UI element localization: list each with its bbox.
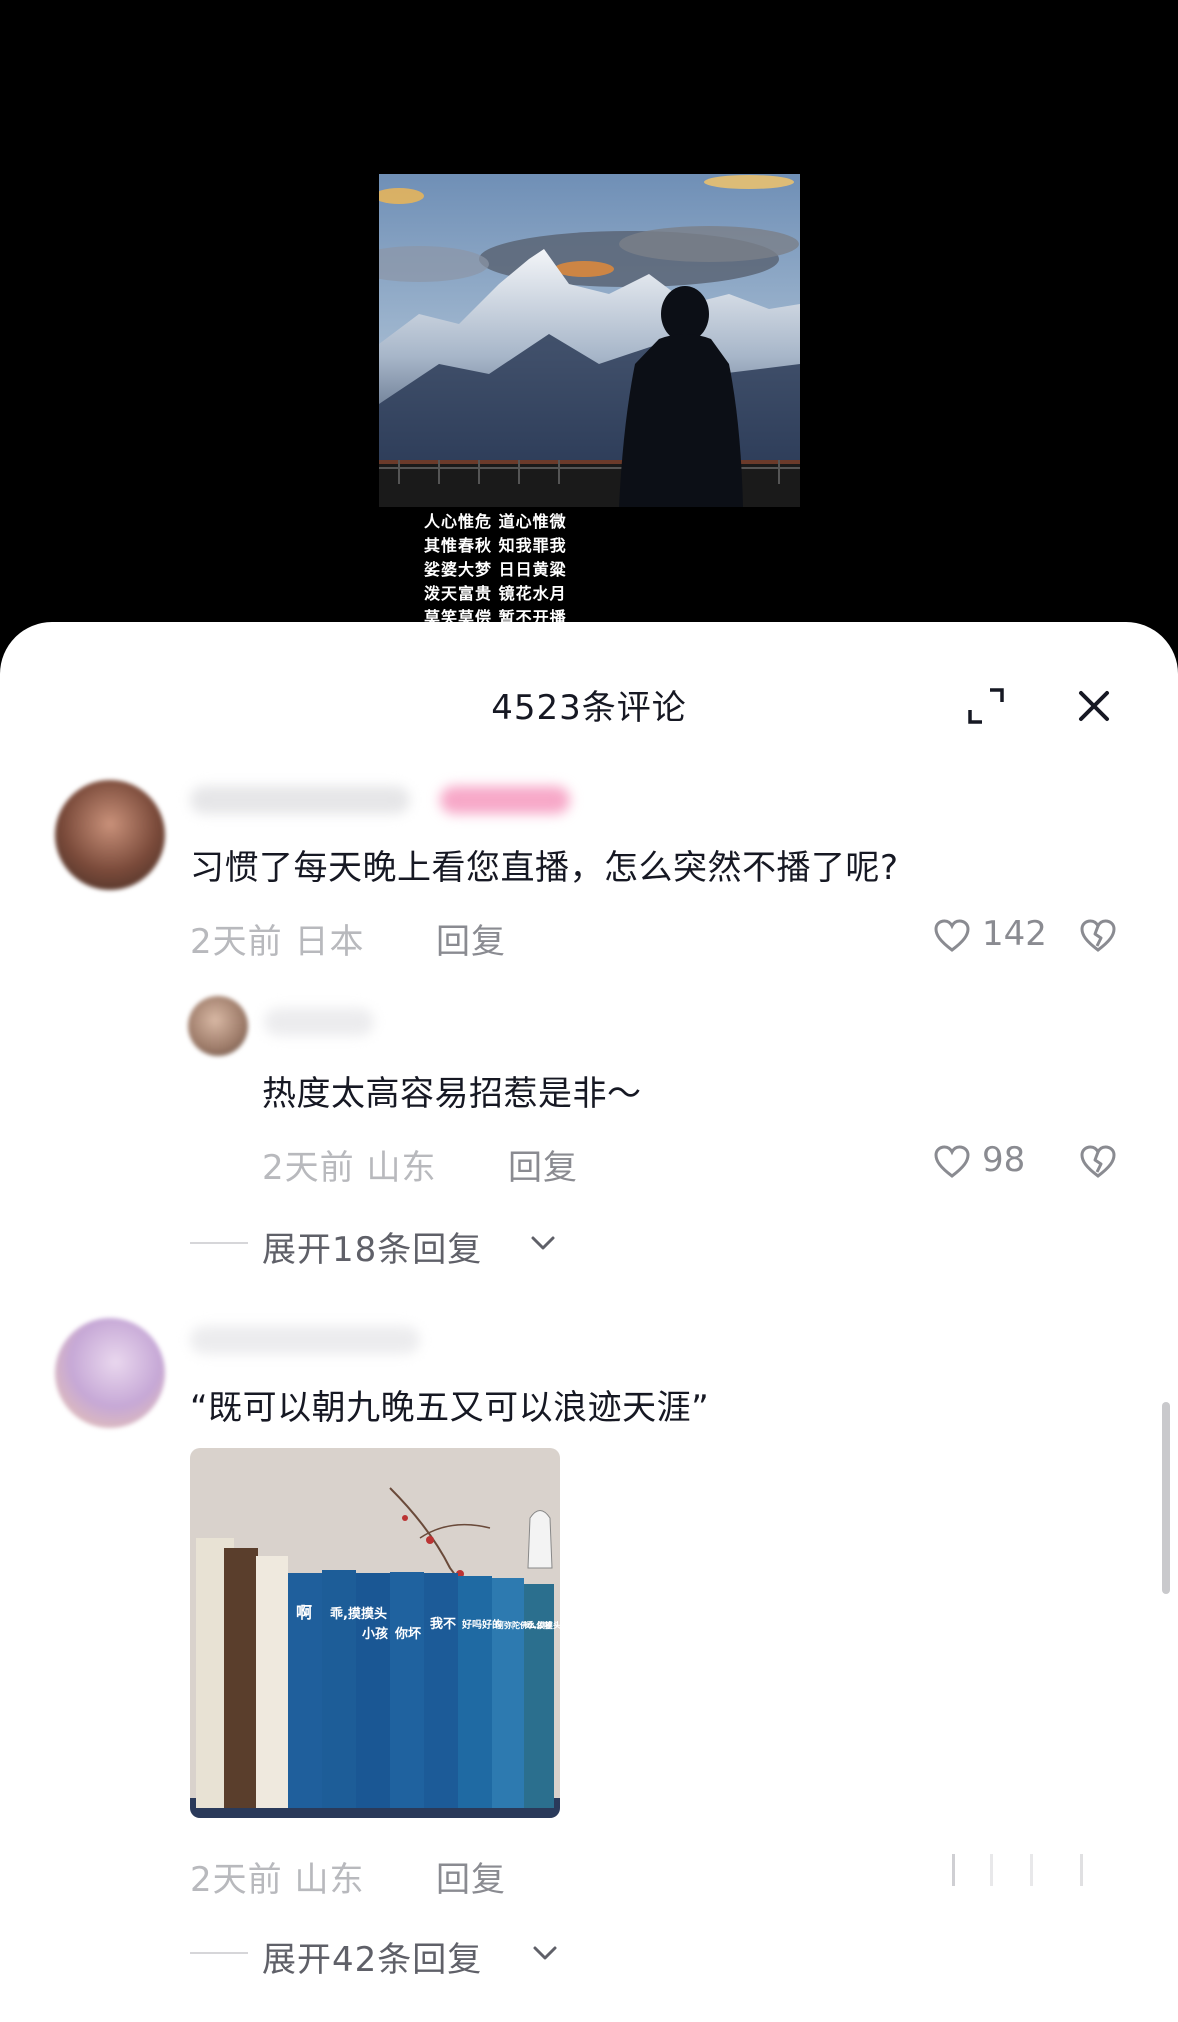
poem-line: 其惟春秋 知我罪我: [424, 536, 567, 555]
fullscreen-expand-button[interactable]: [966, 686, 1006, 726]
mountain-scene-image: [379, 174, 800, 507]
username-blurred[interactable]: [190, 786, 410, 814]
reply-meta: 2天前 山东: [262, 1148, 437, 1188]
username-blurred[interactable]: [190, 1326, 420, 1354]
poem-line: 娑婆大梦 日日黄粱: [424, 560, 567, 579]
comment-text: “既可以朝九晚五又可以浪迹天涯”: [190, 1388, 710, 1428]
video-thumbnail: [379, 174, 800, 507]
expand-divider: [190, 1242, 248, 1244]
poem-line: 人心惟危 道心惟微: [424, 512, 567, 531]
book-title: 你坏: [394, 1626, 421, 1642]
book-title: 乖,摸摸头: [330, 1606, 387, 1622]
reply-avatar[interactable]: [188, 996, 248, 1056]
faded-like-icon: [952, 1854, 1083, 1886]
video-caption-poem: 人心惟危 道心惟微 其惟春秋 知我罪我 娑婆大梦 日日黄粱 泼天富贵 镜花水月 …: [424, 510, 624, 630]
close-icon: [1079, 691, 1109, 721]
like-count: 98: [982, 1140, 1026, 1180]
like-count: 142: [982, 914, 1047, 954]
user-badge-blurred: [440, 786, 570, 814]
broken-heart-icon[interactable]: [1078, 1142, 1118, 1182]
comment-meta: 2天前 日本: [190, 922, 365, 962]
book-title: 乖,摸摸头: [526, 1620, 560, 1630]
reply-button[interactable]: 回复: [508, 1140, 578, 1189]
poem-line: 泼天富贵 镜花水月: [424, 584, 567, 603]
book-title: 我不: [430, 1616, 456, 1632]
expand-replies-button[interactable]: 展开42条回复: [190, 1932, 610, 1980]
heart-icon[interactable]: [932, 1142, 972, 1182]
close-button[interactable]: [1074, 686, 1114, 726]
avatar[interactable]: [55, 1318, 165, 1428]
expand-replies-label: 展开18条回复: [262, 1230, 483, 1270]
comment-text: 习惯了每天晚上看您直播，怎么突然不播了呢?: [190, 848, 899, 888]
comment-sheet: [0, 622, 1178, 2022]
reply-button[interactable]: 回复: [436, 1852, 506, 1901]
expand-divider: [190, 1952, 248, 1954]
reply-username-blurred[interactable]: [264, 1008, 374, 1036]
like-actions-faded[interactable]: [950, 1850, 1100, 1890]
video-player[interactable]: 人心惟危 道心惟微 其惟春秋 知我罪我 娑婆大梦 日日黄粱 泼天富贵 镜花水月 …: [0, 0, 1178, 640]
heart-icon[interactable]: [932, 916, 972, 956]
chevron-down-icon: [531, 1236, 555, 1250]
fullscreen-expand-icon: [968, 688, 1004, 724]
book-title: 啊: [296, 1603, 312, 1622]
reply-text: 热度太高容易招惹是非～: [262, 1074, 642, 1114]
expand-replies-button[interactable]: 展开18条回复: [190, 1222, 590, 1270]
reply-button[interactable]: 回复: [436, 914, 506, 963]
broken-heart-icon[interactable]: [1078, 916, 1118, 956]
comment-meta: 2天前 山东: [190, 1860, 365, 1900]
chevron-down-icon: [533, 1946, 557, 1960]
avatar[interactable]: [55, 780, 165, 890]
expand-replies-label: 展开42条回复: [262, 1940, 483, 1980]
scrollbar[interactable]: [1162, 1402, 1170, 1594]
comment-image-bookshelf[interactable]: 啊 乖,摸摸头 小孩 你坏 我不 好吗好的 阿弥陀佛么么哒 乖,摸摸头: [190, 1448, 560, 1818]
book-title: 小孩: [362, 1626, 388, 1642]
bookshelf-photo: 啊 乖,摸摸头 小孩 你坏 我不 好吗好的 阿弥陀佛么么哒 乖,摸摸头: [190, 1448, 560, 1818]
